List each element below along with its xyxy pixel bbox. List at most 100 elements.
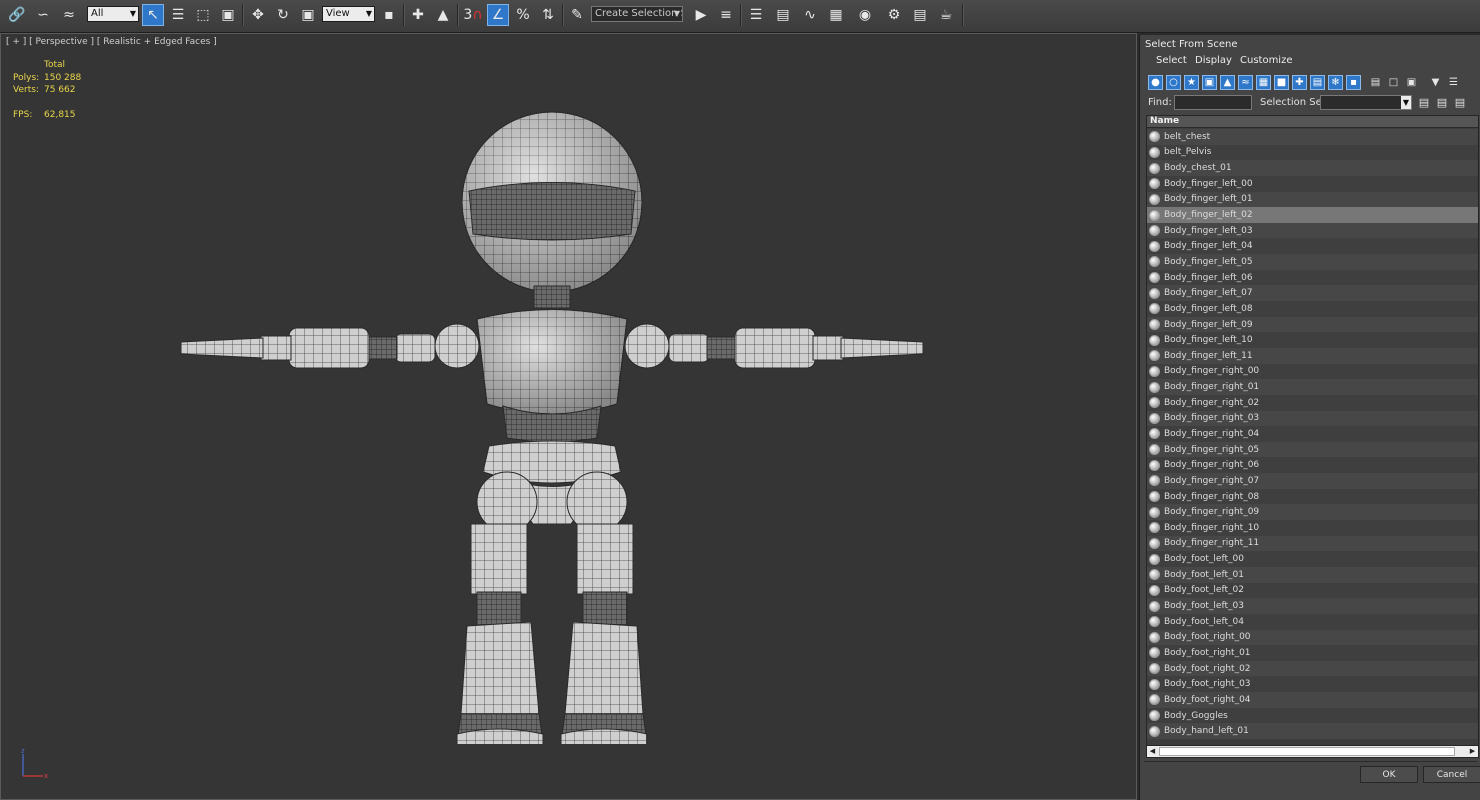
- display-frozen-icon[interactable]: ❄: [1328, 75, 1343, 90]
- list-item[interactable]: Body_foot_right_01: [1147, 645, 1478, 661]
- display-groups-icon[interactable]: ▦: [1256, 75, 1271, 90]
- perspective-viewport[interactable]: [ + ] [ Perspective ] [ Realistic + Edge…: [0, 33, 1137, 800]
- list-item[interactable]: Body_foot_right_02: [1147, 660, 1478, 677]
- angle-snap-icon[interactable]: ∠: [487, 4, 509, 26]
- link-icon[interactable]: 🔗: [6, 4, 28, 26]
- layer-explorer-icon[interactable]: ☰: [745, 4, 767, 26]
- display-helpers-icon[interactable]: ▲: [1220, 75, 1235, 90]
- display-all-icon[interactable]: ▤: [1368, 75, 1383, 90]
- display-xrefs-icon[interactable]: ■: [1274, 75, 1289, 90]
- rotate-icon[interactable]: ↻: [272, 4, 294, 26]
- list-item[interactable]: Body_finger_left_07: [1147, 285, 1478, 302]
- spinner-snap-icon[interactable]: ⇅: [537, 4, 559, 26]
- list-item[interactable]: Body_finger_left_06: [1147, 269, 1478, 286]
- list-item[interactable]: Body_foot_left_04: [1147, 613, 1478, 630]
- menu-select[interactable]: Select: [1156, 55, 1187, 66]
- percent-snap-icon[interactable]: %: [512, 4, 534, 26]
- display-bones-icon[interactable]: ✚: [1292, 75, 1307, 90]
- select-object-icon[interactable]: ↖: [142, 4, 164, 26]
- create-selection-set-icon[interactable]: ▤: [1417, 95, 1431, 110]
- list-item[interactable]: Body_hand_left_01: [1147, 723, 1478, 739]
- list-item[interactable]: Body_finger_left_05: [1147, 254, 1478, 270]
- cancel-button[interactable]: Cancel: [1423, 766, 1480, 783]
- list-item[interactable]: Body_finger_right_04: [1147, 426, 1478, 442]
- list-item[interactable]: Body_finger_right_01: [1147, 379, 1478, 395]
- filter-icon[interactable]: ▼: [1428, 75, 1443, 90]
- display-containers-icon[interactable]: ▤: [1310, 75, 1325, 90]
- align-icon[interactable]: ≡: [715, 4, 737, 26]
- select-by-name-icon[interactable]: ☰: [167, 4, 189, 26]
- remove-from-selection-set-icon[interactable]: ▤: [1453, 95, 1467, 110]
- list-item[interactable]: Body_finger_left_01: [1147, 191, 1478, 208]
- list-item[interactable]: Body_finger_left_00: [1147, 175, 1478, 192]
- list-item[interactable]: Body_foot_left_00: [1147, 551, 1478, 567]
- bind-space-warp-icon[interactable]: ≈: [58, 4, 80, 26]
- window-crossing-icon[interactable]: ▣: [217, 4, 239, 26]
- list-item[interactable]: Body_chest_01: [1147, 160, 1478, 176]
- pivot-icon[interactable]: ▪: [378, 4, 400, 26]
- list-item[interactable]: Body_Goggles: [1147, 707, 1478, 724]
- list-item[interactable]: Body_finger_right_11: [1147, 535, 1478, 552]
- list-item[interactable]: Body_finger_left_03: [1147, 222, 1478, 239]
- reference-coordinate-dropdown[interactable]: View ▼: [322, 6, 375, 22]
- list-item[interactable]: Body_finger_right_10: [1147, 520, 1478, 536]
- list-item[interactable]: Body_finger_right_02: [1147, 394, 1478, 411]
- display-spacewarps-icon[interactable]: ≈: [1238, 75, 1253, 90]
- add-to-selection-set-icon[interactable]: ▤: [1435, 95, 1449, 110]
- list-item[interactable]: Body_foot_right_00: [1147, 629, 1478, 646]
- name-column-header[interactable]: Name: [1147, 116, 1478, 128]
- keyboard-shortcut-icon[interactable]: ▲: [432, 4, 454, 26]
- viewport-label[interactable]: [ + ] [ Perspective ] [ Realistic + Edge…: [6, 37, 217, 47]
- list-item[interactable]: Body_finger_right_06: [1147, 457, 1478, 474]
- unlink-icon[interactable]: ∽: [32, 4, 54, 26]
- scroll-right-icon[interactable]: ▶: [1467, 746, 1478, 757]
- rendered-frame-icon[interactable]: ▤: [909, 4, 931, 26]
- display-shapes-icon[interactable]: ○: [1166, 75, 1181, 90]
- snap-toggle-icon[interactable]: 3 ∩: [462, 4, 484, 26]
- horizontal-scrollbar[interactable]: ◀ ▶: [1146, 745, 1479, 758]
- curve-editor-icon[interactable]: ∿: [799, 4, 821, 26]
- list-item[interactable]: belt_chest: [1147, 129, 1478, 145]
- display-hidden-icon[interactable]: ▪: [1346, 75, 1361, 90]
- list-item[interactable]: Body_finger_left_11: [1147, 347, 1478, 364]
- manipulate-icon[interactable]: ✚: [407, 4, 429, 26]
- rect-selection-icon[interactable]: ⬚: [192, 4, 214, 26]
- filter-options-icon[interactable]: ☰: [1446, 75, 1461, 90]
- list-item[interactable]: Body_foot_left_03: [1147, 598, 1478, 614]
- schematic-view-icon[interactable]: ▦: [825, 4, 847, 26]
- list-item[interactable]: Body_finger_right_07: [1147, 473, 1478, 489]
- material-editor-icon[interactable]: ◉: [854, 4, 876, 26]
- list-item[interactable]: Body_finger_left_10: [1147, 332, 1478, 348]
- menu-display[interactable]: Display: [1195, 55, 1232, 66]
- list-item[interactable]: Body_finger_right_00: [1147, 363, 1478, 380]
- list-item[interactable]: Body_finger_right_03: [1147, 410, 1478, 427]
- list-item[interactable]: Body_finger_left_08: [1147, 301, 1478, 317]
- list-item[interactable]: Body_foot_right_04: [1147, 692, 1478, 708]
- list-item[interactable]: Body_finger_right_08: [1147, 488, 1478, 505]
- display-invert-icon[interactable]: ▣: [1404, 75, 1419, 90]
- display-lights-icon[interactable]: ★: [1184, 75, 1199, 90]
- selection-set-dropdown[interactable]: ▼: [1320, 95, 1412, 110]
- robot-model[interactable]: [151, 74, 951, 744]
- list-item[interactable]: Body_foot_right_03: [1147, 676, 1478, 693]
- scene-explorer-icon[interactable]: ▤: [772, 4, 794, 26]
- move-icon[interactable]: ✥: [247, 4, 269, 26]
- display-none-icon[interactable]: □: [1386, 75, 1401, 90]
- scrollbar-thumb[interactable]: [1159, 747, 1455, 756]
- list-item[interactable]: Body_finger_left_02: [1147, 207, 1478, 223]
- list-item[interactable]: Body_finger_left_09: [1147, 316, 1478, 333]
- scale-icon[interactable]: ▣: [297, 4, 319, 26]
- list-item[interactable]: Body_finger_right_09: [1147, 504, 1478, 521]
- scene-object-list[interactable]: Name belt_chest belt_Pelvis Body_chest_01 B…: [1146, 115, 1479, 758]
- menu-customize[interactable]: Customize: [1240, 55, 1293, 66]
- ok-button[interactable]: OK: [1360, 766, 1418, 783]
- display-cameras-icon[interactable]: ▣: [1202, 75, 1217, 90]
- list-item[interactable]: Body_finger_left_04: [1147, 238, 1478, 255]
- list-item[interactable]: Body_foot_left_01: [1147, 566, 1478, 583]
- list-item[interactable]: belt_Pelvis: [1147, 144, 1478, 161]
- selection-filter-dropdown[interactable]: All ▼: [87, 6, 139, 22]
- named-selection-dropdown[interactable]: Create Selection Se ▼: [591, 6, 683, 22]
- list-item[interactable]: Body_finger_right_05: [1147, 441, 1478, 458]
- scroll-left-icon[interactable]: ◀: [1147, 746, 1158, 757]
- render-setup-icon[interactable]: ⚙: [883, 4, 905, 26]
